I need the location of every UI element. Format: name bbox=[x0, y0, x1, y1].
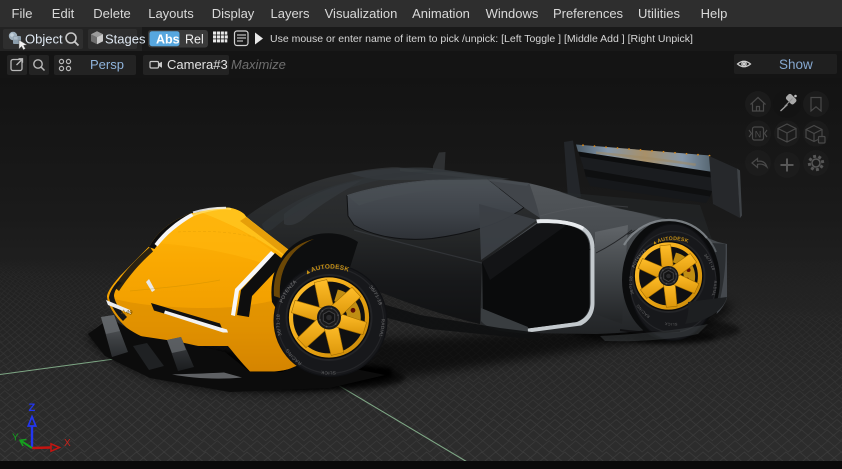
svg-text:Z: Z bbox=[29, 402, 36, 414]
svg-text:Rel: Rel bbox=[185, 33, 204, 47]
svg-text:X: X bbox=[64, 438, 71, 449]
svg-text:Maximize: Maximize bbox=[231, 57, 286, 72]
svg-text:Show: Show bbox=[779, 57, 813, 72]
svg-text:Object: Object bbox=[25, 32, 63, 47]
svg-text:Abs: Abs bbox=[156, 33, 180, 47]
svg-text:N: N bbox=[755, 129, 762, 139]
svg-text:Camera#3: Camera#3 bbox=[167, 57, 228, 72]
svg-text:Stages: Stages bbox=[105, 32, 146, 47]
svg-text:Persp: Persp bbox=[90, 57, 124, 72]
svg-text:Y: Y bbox=[12, 433, 19, 444]
